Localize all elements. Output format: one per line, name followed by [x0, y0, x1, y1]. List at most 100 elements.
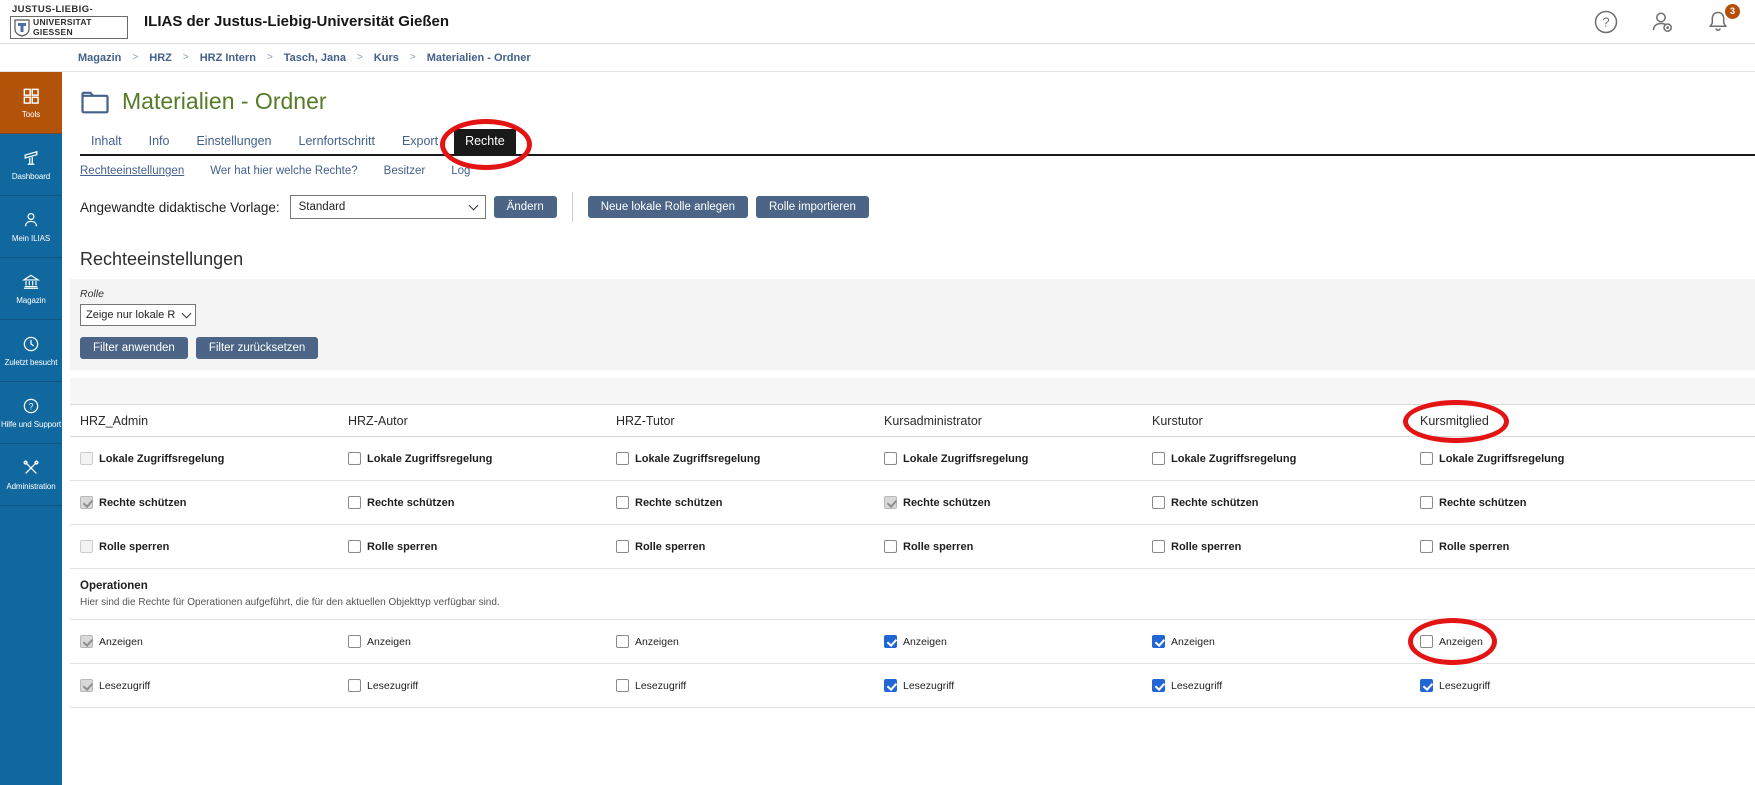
checkbox-rolle-sperren-hrz-tutor[interactable] — [616, 540, 629, 553]
didactic-template-label: Angewandte didaktische Vorlage: — [80, 200, 280, 215]
checkbox-rechte-schützen-hrz-admin — [80, 496, 93, 509]
role-header-row: HRZ_AdminHRZ-AutorHRZ-TutorKursadministr… — [70, 404, 1755, 437]
permission-row-lesezugriff: LesezugriffLesezugriffLesezugriffLesezug… — [70, 664, 1755, 708]
permission-label: Rechte schützen — [903, 497, 990, 509]
tab-inhalt[interactable]: Inhalt — [80, 129, 133, 154]
sidebar-item-magazin[interactable]: Magazin — [0, 258, 62, 320]
breadcrumb: Magazin>HRZ>HRZ Intern>Tasch, Jana>Kurs>… — [0, 44, 1755, 72]
tab-label: Rechte — [465, 134, 505, 148]
permission-cell: Lesezugriff — [1152, 679, 1420, 692]
checkbox-lesezugriff-kursadministrator[interactable] — [884, 679, 897, 692]
checkbox-lokale-zugriffsregelung-kurstutor[interactable] — [1152, 452, 1165, 465]
sidebar-item-tools[interactable]: Tools — [0, 72, 62, 134]
permission-cell: Anzeigen — [80, 635, 348, 648]
checkbox-rechte-schützen-hrz-autor[interactable] — [348, 496, 361, 509]
permission-cell: Rolle sperren — [884, 540, 1152, 553]
checkbox-anzeigen-hrz-admin — [80, 635, 93, 648]
checkbox-anzeigen-kursadministrator[interactable] — [884, 635, 897, 648]
checkbox-group: Lesezugriff — [80, 679, 150, 692]
breadcrumb-item-hrz-intern[interactable]: HRZ Intern — [200, 52, 256, 64]
checkbox-lesezugriff-hrz-tutor[interactable] — [616, 679, 629, 692]
checkbox-rechte-schützen-kurstutor[interactable] — [1152, 496, 1165, 509]
subtab-rechteeinstellungen[interactable]: Rechteeinstellungen — [80, 165, 184, 177]
permission-cell: Anzeigen — [348, 635, 616, 648]
breadcrumb-item-tasch-jana[interactable]: Tasch, Jana — [284, 52, 346, 64]
didactic-template-form: Angewandte didaktische Vorlage: Standard… — [80, 192, 1755, 222]
new-local-role-button[interactable]: Neue lokale Rolle anlegen — [588, 196, 748, 218]
permission-label: Rechte schützen — [367, 497, 454, 509]
help-icon[interactable]: ? — [1593, 9, 1619, 35]
role-header-hrz-autor: HRZ-Autor — [348, 414, 408, 428]
table-top-band — [70, 378, 1755, 404]
tab-export[interactable]: Export — [391, 129, 449, 154]
university-logo: JUSTUS-LIEBIG- UNIVERSITAT GIESSEN — [10, 4, 128, 40]
permission-cell: Anzeigen — [884, 635, 1152, 648]
subtab-wer-hat-hier-welche-rechte[interactable]: Wer hat hier welche Rechte? — [210, 165, 357, 177]
checkbox-group: Rolle sperren — [348, 540, 437, 553]
permission-label: Rechte schützen — [99, 497, 186, 509]
checkbox-anzeigen-hrz-autor[interactable] — [348, 635, 361, 648]
checkbox-lokale-zugriffsregelung-hrz-tutor[interactable] — [616, 452, 629, 465]
permission-label: Rolle sperren — [635, 541, 705, 553]
checkbox-rolle-sperren-kurstutor[interactable] — [1152, 540, 1165, 553]
filter-panel: Rolle Zeige nur lokale Rolle Filter anwe… — [70, 279, 1755, 370]
breadcrumb-item-kurs[interactable]: Kurs — [374, 52, 399, 64]
notifications-bell-icon[interactable]: 3 — [1705, 9, 1731, 35]
permission-label: Anzeigen — [99, 636, 143, 648]
tab-label: Inhalt — [91, 134, 122, 148]
checkbox-anzeigen-kursmitglied[interactable] — [1420, 635, 1433, 648]
didactic-template-select[interactable]: Standard — [290, 195, 486, 219]
top-bar: JUSTUS-LIEBIG- UNIVERSITAT GIESSEN ILIAS… — [0, 0, 1755, 44]
role-filter-label: Rolle — [80, 288, 1755, 300]
sidebar-item-mein-ilias[interactable]: Mein ILIAS — [0, 196, 62, 258]
tab-rechte[interactable]: Rechte — [454, 129, 516, 154]
sidebar-item-zuletzt-besucht[interactable]: Zuletzt besucht — [0, 320, 62, 382]
checkbox-lokale-zugriffsregelung-hrz-autor[interactable] — [348, 452, 361, 465]
checkbox-group: Lesezugriff — [1152, 679, 1222, 692]
checkbox-rechte-schützen-hrz-tutor[interactable] — [616, 496, 629, 509]
filter-reset-button[interactable]: Filter zurücksetzen — [196, 337, 319, 359]
permission-label: Lesezugriff — [635, 680, 686, 692]
subtab-besitzer[interactable]: Besitzer — [384, 165, 426, 177]
user-account-icon[interactable] — [1649, 9, 1675, 35]
role-filter-select[interactable]: Zeige nur lokale Rolle — [80, 304, 196, 326]
permission-cell: Lesezugriff — [616, 679, 884, 692]
checkbox-lesezugriff-kursmitglied[interactable] — [1420, 679, 1433, 692]
page-title: Materialien - Ordner — [122, 88, 327, 115]
permission-label: Anzeigen — [903, 636, 947, 648]
checkbox-group: Lokale Zugriffsregelung — [1420, 452, 1564, 465]
permission-label: Rechte schützen — [1439, 497, 1526, 509]
change-template-button[interactable]: Ändern — [494, 196, 557, 218]
checkbox-lesezugriff-hrz-autor[interactable] — [348, 679, 361, 692]
ilias-app: JUSTUS-LIEBIG- UNIVERSITAT GIESSEN ILIAS… — [0, 0, 1755, 785]
operations-section-header: Operationen Hier sind die Rechte für Ope… — [70, 569, 1755, 620]
permission-cell: Anzeigen — [1420, 635, 1755, 648]
breadcrumb-item-hrz[interactable]: HRZ — [149, 52, 172, 64]
sidebar-item-label: Dashboard — [12, 172, 50, 181]
permission-label: Rolle sperren — [99, 541, 169, 553]
checkbox-lokale-zugriffsregelung-kursmitglied[interactable] — [1420, 452, 1433, 465]
checkbox-lokale-zugriffsregelung-kursadministrator[interactable] — [884, 452, 897, 465]
sidebar-item-administration[interactable]: Administration — [0, 444, 62, 506]
import-role-button[interactable]: Rolle importieren — [756, 196, 869, 218]
checkbox-anzeigen-kurstutor[interactable] — [1152, 635, 1165, 648]
checkbox-rolle-sperren-kursmitglied[interactable] — [1420, 540, 1433, 553]
breadcrumb-item-materialien-ordner[interactable]: Materialien - Ordner — [427, 52, 531, 64]
filter-apply-button[interactable]: Filter anwenden — [80, 337, 188, 359]
tab-einstellungen[interactable]: Einstellungen — [185, 129, 282, 154]
checkbox-anzeigen-hrz-tutor[interactable] — [616, 635, 629, 648]
tab-lernfortschritt[interactable]: Lernfortschritt — [288, 129, 386, 154]
checkbox-rolle-sperren-hrz-autor[interactable] — [348, 540, 361, 553]
help-circle-icon: ? — [21, 396, 41, 416]
checkbox-rolle-sperren-kursadministrator[interactable] — [884, 540, 897, 553]
sidebar-item-hilfe-und-support[interactable]: ?Hilfe und Support — [0, 382, 62, 444]
subtab-log[interactable]: Log — [451, 165, 470, 177]
checkbox-rechte-schützen-kursmitglied[interactable] — [1420, 496, 1433, 509]
role-header-hrz-admin: HRZ_Admin — [80, 414, 148, 428]
tab-info[interactable]: Info — [138, 129, 181, 154]
checkbox-lesezugriff-kurstutor[interactable] — [1152, 679, 1165, 692]
sidebar-item-dashboard[interactable]: Dashboard — [0, 134, 62, 196]
breadcrumb-item-magazin[interactable]: Magazin — [78, 52, 121, 64]
university-shield-icon — [14, 19, 30, 37]
checkbox-group: Rolle sperren — [884, 540, 973, 553]
